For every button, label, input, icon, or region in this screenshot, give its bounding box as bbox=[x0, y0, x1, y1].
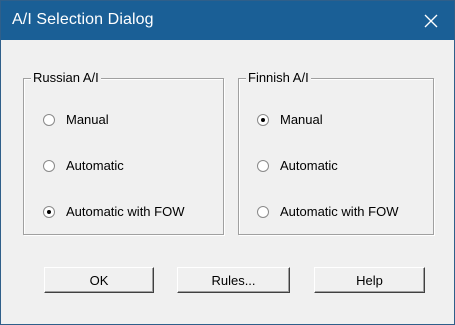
finnish-automatic-radio[interactable] bbox=[257, 160, 269, 172]
russian-automatic-fow-label: Automatic with FOW bbox=[66, 204, 185, 219]
finnish-manual-option[interactable]: Manual bbox=[257, 112, 323, 128]
title-bar[interactable]: A/I Selection Dialog bbox=[1, 1, 454, 40]
window-title: A/I Selection Dialog bbox=[12, 11, 154, 28]
finnish-ai-legend: Finnish A/I bbox=[246, 70, 311, 86]
rules-button[interactable]: Rules... bbox=[177, 267, 290, 293]
russian-automatic-fow-radio[interactable] bbox=[43, 206, 55, 218]
close-icon bbox=[424, 14, 438, 27]
ai-selection-dialog: A/I Selection Dialog Russian A/I Manual … bbox=[0, 0, 455, 325]
russian-automatic-fow-option[interactable]: Automatic with FOW bbox=[43, 204, 184, 220]
russian-manual-option[interactable]: Manual bbox=[43, 112, 109, 128]
finnish-automatic-fow-label: Automatic with FOW bbox=[280, 204, 399, 219]
russian-automatic-radio[interactable] bbox=[43, 160, 55, 172]
dialog-client-area: Russian A/I Manual Automatic Automatic w… bbox=[1, 40, 454, 324]
close-button[interactable] bbox=[408, 1, 454, 40]
russian-ai-group: Russian A/I Manual Automatic Automatic w… bbox=[23, 70, 224, 235]
finnish-automatic-fow-radio[interactable] bbox=[257, 206, 269, 218]
help-button[interactable]: Help bbox=[314, 267, 425, 293]
russian-manual-radio[interactable] bbox=[43, 114, 55, 126]
finnish-manual-label: Manual bbox=[280, 112, 323, 127]
ok-button[interactable]: OK bbox=[44, 267, 154, 293]
finnish-automatic-option[interactable]: Automatic bbox=[257, 158, 338, 174]
finnish-automatic-fow-option[interactable]: Automatic with FOW bbox=[257, 204, 398, 220]
finnish-manual-radio[interactable] bbox=[257, 114, 269, 126]
russian-automatic-label: Automatic bbox=[66, 158, 124, 173]
finnish-ai-group: Finnish A/I Manual Automatic Automatic w… bbox=[238, 70, 434, 235]
russian-automatic-option[interactable]: Automatic bbox=[43, 158, 124, 174]
finnish-automatic-label: Automatic bbox=[280, 158, 338, 173]
russian-ai-legend: Russian A/I bbox=[31, 70, 101, 86]
russian-manual-label: Manual bbox=[66, 112, 109, 127]
